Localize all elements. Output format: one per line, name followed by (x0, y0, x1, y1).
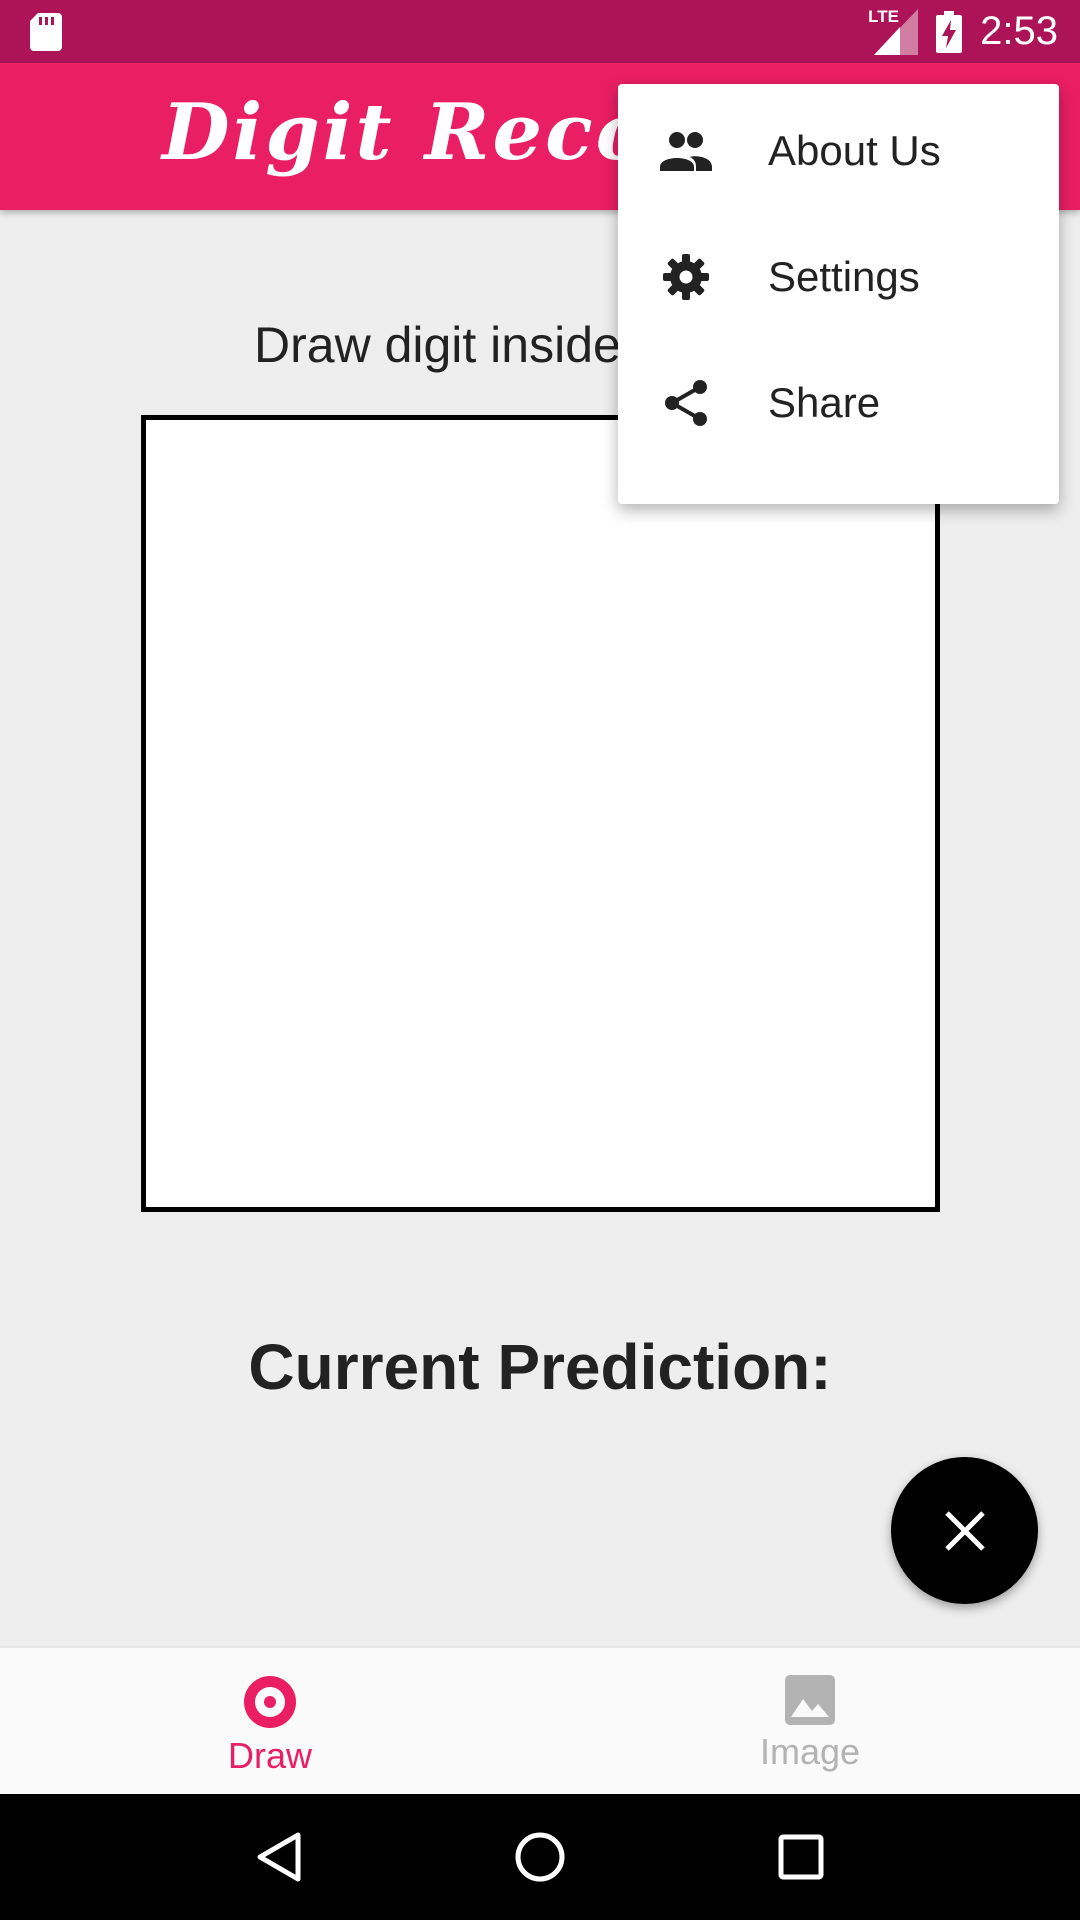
recents-icon[interactable] (778, 1834, 824, 1880)
status-bar: LTE 2:53 (0, 0, 1080, 63)
image-icon (785, 1675, 835, 1725)
back-icon[interactable] (256, 1831, 302, 1883)
nav-item-image[interactable]: Image (540, 1648, 1080, 1794)
draw-icon (244, 1676, 296, 1728)
bottom-navigation: Draw Image (0, 1646, 1080, 1794)
prediction-label: Current Prediction: (248, 1331, 832, 1403)
gear-icon (663, 254, 709, 300)
signal-indicator: LTE (868, 7, 919, 55)
close-icon (944, 1510, 985, 1551)
signal-icon (874, 8, 919, 55)
menu-label-share: Share (768, 379, 881, 426)
status-left (30, 12, 62, 51)
menu-label-about-us: About Us (768, 127, 941, 174)
nav-item-draw[interactable]: Draw (0, 1648, 540, 1794)
menu-item-settings[interactable]: Settings (618, 214, 1059, 340)
people-icon (660, 132, 712, 171)
menu-item-about-us[interactable]: About Us (618, 88, 1059, 214)
draw-instruction: Draw digit inside (254, 317, 621, 373)
menu-icon-wrap (660, 125, 712, 177)
drawing-canvas[interactable] (141, 415, 940, 1212)
status-right: LTE 2:53 (868, 7, 1058, 55)
home-icon[interactable] (514, 1831, 566, 1883)
menu-item-share[interactable]: Share (618, 340, 1059, 466)
overflow-menu: About Us Settings Share (618, 84, 1059, 504)
nav-label-image: Image (759, 1731, 861, 1772)
menu-icon-wrap (660, 377, 712, 429)
battery-charging-icon (936, 10, 963, 53)
status-time: 2:53 (980, 9, 1058, 53)
menu-label-settings: Settings (768, 253, 920, 300)
share-icon (665, 380, 707, 426)
clear-fab-button[interactable] (891, 1457, 1038, 1604)
menu-icon-wrap (660, 251, 712, 303)
system-navigation-bar (0, 1794, 1080, 1920)
sd-card-icon (30, 12, 62, 51)
nav-label-draw: Draw (227, 1735, 312, 1776)
